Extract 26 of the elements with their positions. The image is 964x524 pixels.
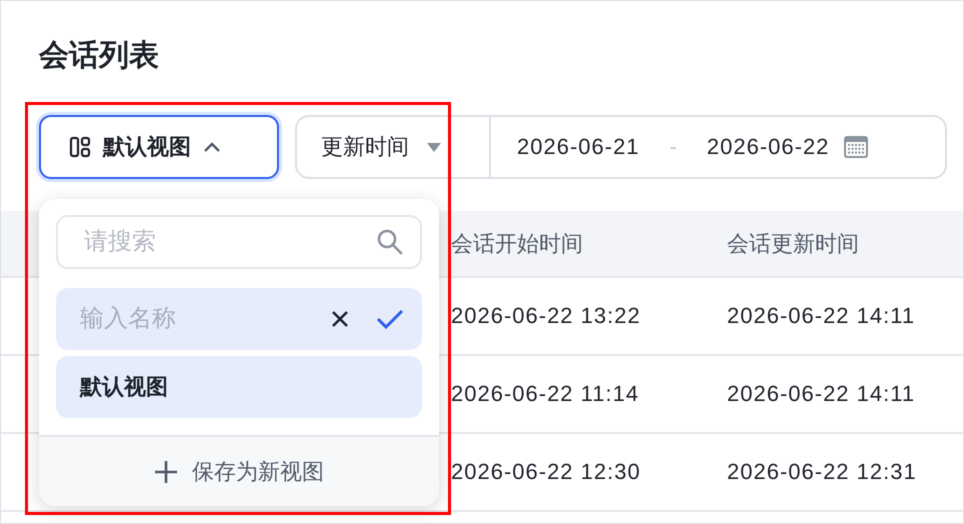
range-separator: - <box>670 134 677 160</box>
name-input-field[interactable]: 输入名称 <box>56 288 422 350</box>
layout-icon <box>69 136 91 158</box>
dropdown-arrow-icon <box>427 142 441 152</box>
table-cell-text: 2026-06-22 12:31 <box>727 459 918 485</box>
table-cell-text: 2026-06-22 12:30 <box>451 459 642 485</box>
column-header: 会话开始时间 <box>451 230 584 258</box>
search-icon <box>376 228 404 256</box>
table-cell-text: 2026-06-22 14:11 <box>727 381 916 407</box>
sort-select[interactable]: 更新时间 <box>297 117 491 177</box>
start-date[interactable]: 2026-06-21 <box>517 134 640 160</box>
search-field[interactable]: 请搜索 <box>56 215 422 269</box>
check-icon[interactable] <box>376 308 404 330</box>
view-button[interactable]: 默认视图 <box>39 115 279 179</box>
table-cell-text: 2026-06-22 13:22 <box>451 303 642 329</box>
plus-icon <box>154 460 178 484</box>
table-cell-text: 2026-06-22 11:14 <box>451 381 640 407</box>
view-option[interactable]: 默认视图 <box>56 356 422 418</box>
column-header: 会话更新时间 <box>727 230 860 258</box>
table-cell-text: 2026-06-22 14:11 <box>727 303 916 329</box>
page-title: 会话列表 <box>39 38 160 74</box>
calendar-icon[interactable] <box>843 135 870 159</box>
close-icon[interactable] <box>330 309 350 329</box>
save-view-button[interactable]: 保存为新视图 <box>39 435 439 506</box>
caret-icon <box>203 141 221 153</box>
end-date[interactable]: 2026-06-22 <box>706 134 830 160</box>
